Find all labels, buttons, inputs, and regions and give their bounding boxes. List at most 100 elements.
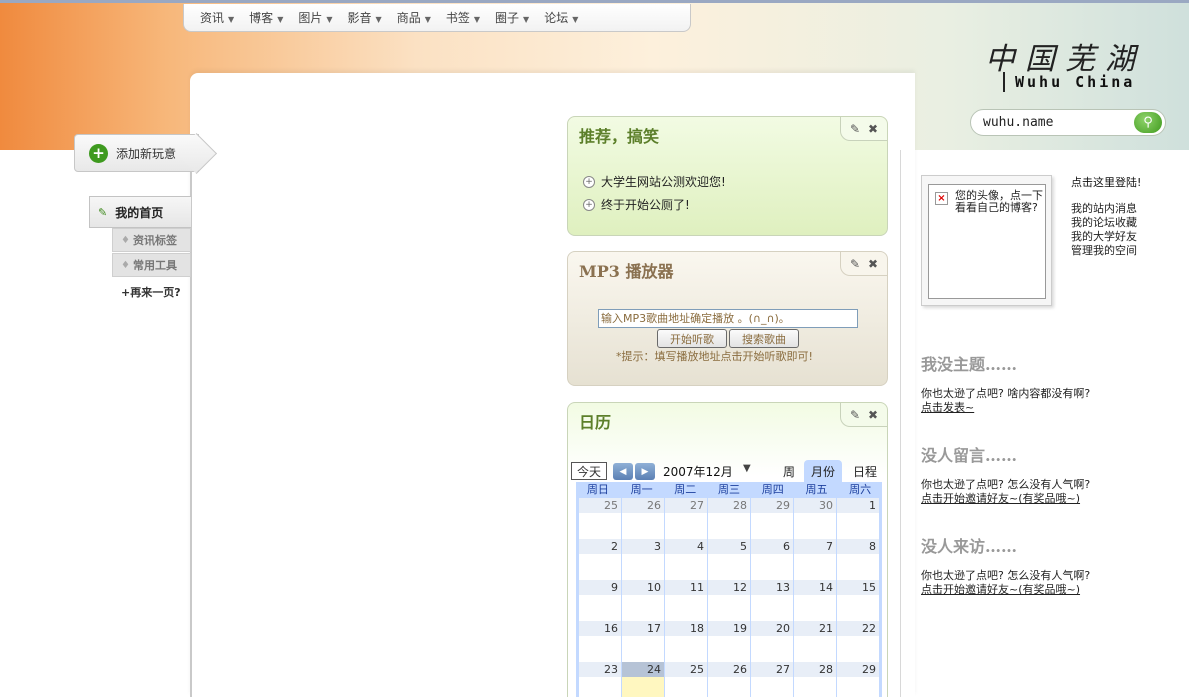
close-icon[interactable]: ✖: [868, 122, 878, 136]
tab-my-home[interactable]: ✎ 我的首页: [89, 196, 191, 228]
calendar-day[interactable]: 27: [751, 662, 793, 697]
day-number: 16: [579, 621, 621, 636]
list-item[interactable]: + 大学生网站公测欢迎您!: [583, 173, 726, 190]
nav-item-forum[interactable]: 论坛 ▼: [544, 9, 578, 26]
calendar-day[interactable]: 5: [708, 539, 750, 580]
calendar-day[interactable]: 30: [794, 498, 836, 539]
add-widget-button[interactable]: + 添加新玩意: [74, 134, 199, 172]
nav-item-circles[interactable]: 圈子 ▼: [495, 9, 529, 26]
calendar-day[interactable]: 21: [794, 621, 836, 662]
login-link[interactable]: 点击这里登陆!: [1071, 174, 1141, 190]
tab-news-tags[interactable]: ♦ 资讯标签: [112, 228, 191, 252]
view-month-tab[interactable]: 月份: [804, 460, 842, 482]
calendar-day[interactable]: 25: [665, 662, 707, 697]
weekday-label: 周一: [630, 483, 653, 496]
user-links: 我的站内消息 我的论坛收藏 我的大学好友 管理我的空间: [1071, 202, 1137, 258]
close-icon[interactable]: ✖: [868, 408, 878, 422]
calendar-day[interactable]: 16: [579, 621, 621, 662]
calendar-day[interactable]: 18: [665, 621, 707, 662]
calendar-day[interactable]: 17: [622, 621, 664, 662]
calendar-day[interactable]: 11: [665, 580, 707, 621]
calendar-day[interactable]: 15: [837, 580, 879, 621]
calendar-day[interactable]: 25: [579, 498, 621, 539]
mp3-url-input[interactable]: 输入MP3歌曲地址确定播放 。(∩_∩)。: [598, 309, 858, 328]
search-button[interactable]: ⚲: [1134, 112, 1162, 133]
chevron-down-icon[interactable]: ▼: [743, 463, 751, 474]
calendar-day[interactable]: 10: [622, 580, 664, 621]
link-friends[interactable]: 我的大学好友: [1071, 230, 1137, 244]
day-number: 5: [708, 539, 750, 554]
tab-common-tools[interactable]: ♦ 常用工具: [112, 253, 191, 277]
day-number: 15: [837, 580, 879, 595]
plus-icon: +: [89, 143, 108, 163]
edit-icon[interactable]: ✎: [850, 122, 860, 136]
calendar-day-today[interactable]: 24: [622, 662, 664, 697]
calendar-day[interactable]: 2: [579, 539, 621, 580]
calendar-day[interactable]: 26: [708, 662, 750, 697]
calendar-day[interactable]: 27: [665, 498, 707, 539]
invite-friends-link[interactable]: 点击开始邀请好友~(有奖品哦~): [921, 583, 1090, 597]
chevron-down-icon: ▼: [424, 15, 431, 24]
calendar-week: 25 26 27 28 29 30 1: [576, 498, 882, 539]
avatar-alt-text: 您的头像，点一下看看自己的博客?: [955, 189, 1043, 214]
calendar-day[interactable]: 23: [579, 662, 621, 697]
calendar-day[interactable]: 13: [751, 580, 793, 621]
calendar-day[interactable]: 1: [837, 498, 879, 539]
nav-item-goods[interactable]: 商品 ▼: [397, 9, 431, 26]
add-page-link[interactable]: +再来一页?: [121, 284, 181, 300]
nav-item-bookmarks[interactable]: 书签 ▼: [446, 9, 480, 26]
day-number: 24: [622, 662, 664, 677]
page-right-border: [900, 150, 901, 697]
pencil-icon: ✎: [98, 205, 108, 219]
today-button[interactable]: 今天: [571, 462, 607, 480]
avatar[interactable]: × 您的头像，点一下看看自己的博客?: [928, 184, 1046, 299]
nav-item-media[interactable]: 影音 ▼: [348, 9, 382, 26]
search-song-button[interactable]: 搜索歌曲: [729, 329, 799, 348]
day-number: 20: [751, 621, 793, 636]
calendar-day[interactable]: 4: [665, 539, 707, 580]
link-manage-space[interactable]: 管理我的空间: [1071, 244, 1137, 258]
view-week-tab[interactable]: 周: [778, 460, 800, 482]
day-number: 10: [622, 580, 664, 595]
tab-news-tags-label: 资讯标签: [132, 234, 177, 247]
list-item[interactable]: + 终于开始公厕了!: [583, 196, 726, 213]
calendar-day[interactable]: 9: [579, 580, 621, 621]
invite-friends-link[interactable]: 点击开始邀请好友~(有奖品哦~): [921, 492, 1090, 506]
prev-month-button[interactable]: ◀: [613, 463, 633, 480]
post-link[interactable]: 点击发表~: [921, 401, 1090, 415]
close-icon[interactable]: ✖: [868, 257, 878, 271]
calendar-day[interactable]: 29: [837, 662, 879, 697]
calendar-day[interactable]: 3: [622, 539, 664, 580]
calendar-day[interactable]: 14: [794, 580, 836, 621]
calendar-day[interactable]: 8: [837, 539, 879, 580]
calendar-day[interactable]: 28: [794, 662, 836, 697]
search-icon: ⚲: [1143, 115, 1153, 130]
no-topic-message: 你也太逊了点吧? 啥内容都没有啊?: [921, 387, 1091, 400]
calendar-day[interactable]: 28: [708, 498, 750, 539]
month-label[interactable]: 2007年12月: [663, 463, 733, 480]
top-nav: 资讯 ▼ 博客 ▼ 图片 ▼ 影音 ▼ 商品 ▼ 书签 ▼ 圈子 ▼ 论坛 ▼: [183, 4, 691, 32]
edit-icon[interactable]: ✎: [850, 408, 860, 422]
play-button[interactable]: 开始听歌: [657, 329, 727, 348]
calendar-day[interactable]: 29: [751, 498, 793, 539]
calendar-day[interactable]: 12: [708, 580, 750, 621]
view-agenda-tab[interactable]: 日程: [846, 460, 884, 482]
calendar-day[interactable]: 6: [751, 539, 793, 580]
edit-icon[interactable]: ✎: [850, 257, 860, 271]
calendar-week: 2 3 4 5 6 7 8: [576, 539, 882, 580]
day-number: 14: [794, 580, 836, 595]
nav-item-blog[interactable]: 博客 ▼: [249, 9, 283, 26]
calendar-day[interactable]: 19: [708, 621, 750, 662]
chevron-down-icon: ▼: [572, 15, 579, 24]
expand-icon: +: [583, 175, 595, 188]
link-messages[interactable]: 我的站内消息: [1071, 202, 1137, 216]
link-forum-favorites[interactable]: 我的论坛收藏: [1071, 216, 1137, 230]
calendar-day[interactable]: 26: [622, 498, 664, 539]
calendar-day[interactable]: 22: [837, 621, 879, 662]
nav-item-news[interactable]: 资讯 ▼: [200, 9, 234, 26]
nav-item-pictures[interactable]: 图片 ▼: [298, 9, 332, 26]
search-input[interactable]: [983, 115, 1128, 130]
calendar-day[interactable]: 20: [751, 621, 793, 662]
next-month-button[interactable]: ▶: [635, 463, 655, 480]
calendar-day[interactable]: 7: [794, 539, 836, 580]
